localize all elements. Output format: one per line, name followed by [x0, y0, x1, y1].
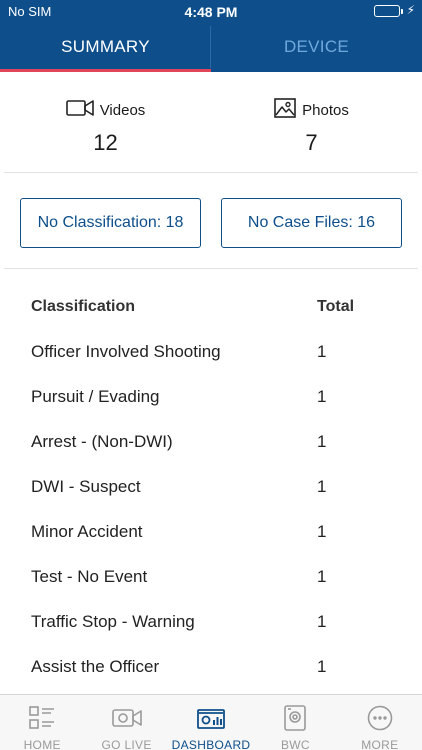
app-header: No SIM 4:48 PM ⚡ SUMMARY DEVICE: [0, 0, 422, 72]
column-header-total: Total: [317, 298, 355, 315]
dashboard-icon: [197, 707, 225, 732]
tab-summary[interactable]: SUMMARY: [0, 22, 211, 72]
tabbar-dashboard[interactable]: DASHBOARD: [169, 695, 253, 750]
total-cell: 1: [317, 612, 327, 631]
total-cell: 1: [317, 522, 327, 541]
camera-icon: [111, 708, 142, 731]
table-row[interactable]: Test - No Event 1: [0, 553, 422, 598]
home-list-icon: [29, 705, 55, 733]
divider: [4, 172, 418, 173]
photo-icon: [274, 98, 296, 122]
photos-label: Photos: [302, 101, 349, 119]
classification-table: Classification Total Officer Involved Sh…: [0, 284, 422, 688]
videos-label: Videos: [99, 101, 146, 119]
table-row[interactable]: Officer Involved Shooting 1: [0, 328, 422, 373]
table-row[interactable]: Pursuit / Evading 1: [0, 373, 422, 418]
videos-count[interactable]: Videos 12: [0, 98, 211, 156]
table-row[interactable]: Traffic Stop - Warning 1: [0, 598, 422, 643]
photos-value: 7: [305, 130, 318, 155]
total-cell: 1: [317, 657, 327, 676]
classification-cell: Test - No Event: [31, 567, 148, 586]
table-header: Classification Total: [0, 284, 422, 328]
table-row[interactable]: Minor Accident 1: [0, 508, 422, 553]
no-case-files-button[interactable]: No Case Files: 16: [221, 198, 402, 248]
classification-cell: Assist the Officer: [31, 657, 160, 676]
more-icon: [367, 705, 393, 734]
total-cell: 1: [317, 342, 327, 361]
videos-value: 12: [93, 130, 118, 155]
classification-cell: Officer Involved Shooting: [31, 342, 221, 361]
tabbar-go-live-label: GO LIVE: [101, 738, 152, 750]
total-cell: 1: [317, 567, 327, 586]
total-cell: 1: [317, 432, 327, 451]
table-row[interactable]: DWI - Suspect 1: [0, 463, 422, 508]
tabbar-bwc-label: BWC: [280, 738, 310, 750]
total-cell: 1: [317, 387, 327, 406]
bottom-tab-bar: HOME GO LIVE DASHBOARD BWC MORE: [0, 694, 422, 750]
video-camera-icon: [65, 98, 94, 122]
total-cell: 1: [317, 477, 327, 496]
tabbar-home-label: HOME: [23, 738, 61, 750]
column-header-classification: Classification: [31, 298, 136, 315]
tabbar-go-live[interactable]: GO LIVE: [84, 695, 168, 750]
tab-device[interactable]: DEVICE: [211, 22, 422, 72]
classification-cell: Minor Accident: [31, 522, 143, 541]
no-classification-button[interactable]: No Classification: 18: [20, 198, 201, 248]
tabbar-bwc[interactable]: BWC: [253, 695, 337, 750]
classification-cell: DWI - Suspect: [31, 477, 141, 496]
classification-cell: Pursuit / Evading: [31, 387, 160, 406]
body-camera-icon: [283, 704, 307, 734]
tabbar-more-label: MORE: [361, 738, 399, 750]
table-row[interactable]: Arrest - (Non-DWI) 1: [0, 418, 422, 463]
media-counts: Videos 12 Photos 7: [0, 72, 422, 172]
status-bar: No SIM 4:48 PM ⚡: [0, 0, 422, 22]
divider: [4, 268, 418, 269]
clock: 4:48 PM: [184, 4, 238, 20]
segment-tabs: SUMMARY DEVICE: [0, 22, 422, 72]
table-row[interactable]: Assist the Officer 1: [0, 643, 422, 688]
battery-icon: [374, 5, 403, 17]
tabbar-dashboard-label: DASHBOARD: [171, 738, 251, 750]
tab-divider: [210, 26, 211, 68]
photos-count[interactable]: Photos 7: [206, 98, 417, 156]
charging-bolt-icon: ⚡: [406, 3, 415, 17]
tabbar-home[interactable]: HOME: [0, 695, 84, 750]
classification-cell: Arrest - (Non-DWI): [31, 432, 173, 451]
tabbar-more[interactable]: MORE: [338, 695, 422, 750]
classification-cell: Traffic Stop - Warning: [31, 612, 195, 631]
